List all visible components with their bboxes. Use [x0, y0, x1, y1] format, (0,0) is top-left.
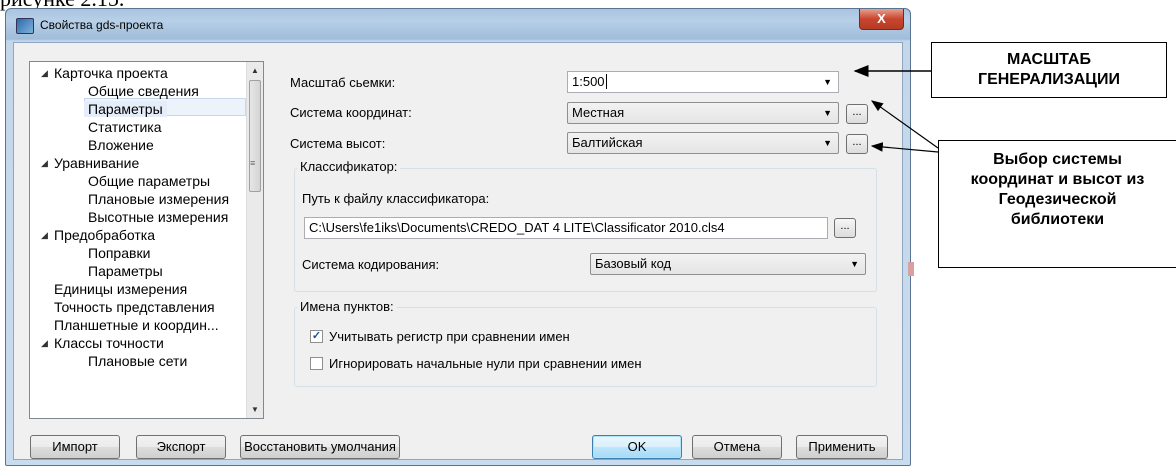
tree-item-label: Плановые сети [88, 353, 188, 369]
tree-item-label: Точность представления [54, 299, 215, 315]
import-button[interactable]: Импорт [30, 435, 120, 459]
restore-defaults-button[interactable]: Восстановить умолчания [240, 435, 400, 459]
tree-item-label: Планшетные и координ... [54, 317, 219, 333]
names-group [294, 307, 877, 387]
classifier-group-title: Классификатор: [297, 159, 401, 174]
ok-button[interactable]: OK [592, 435, 682, 459]
tree-item[interactable]: Плановые сети [88, 352, 187, 370]
scale-annotation-line1: МАСШТАБ [1007, 51, 1091, 68]
tree-item-label: Высотные измерения [88, 209, 229, 225]
case-checkbox[interactable]: ✓ [310, 330, 323, 343]
tree-item[interactable]: Общие параметры [88, 172, 210, 190]
height-label: Система высот: [290, 136, 386, 151]
zeros-checkbox-label[interactable]: Игнорировать начальные нули при сравнени… [329, 356, 642, 371]
coord-browse-button[interactable]: ... [846, 104, 868, 124]
tree-item-label: Параметры [88, 263, 163, 279]
system-annotation-line4: библиотеки [1010, 211, 1105, 228]
tree-item[interactable]: Высотные измерения [88, 208, 228, 226]
tree-item-label: Предобработка [54, 227, 156, 243]
encoding-combo[interactable]: Базовый код ▼ [590, 253, 866, 275]
chevron-down-icon: ▼ [823, 77, 832, 87]
tree-item-label: Поправки [88, 245, 151, 261]
export-button[interactable]: Экспорт [136, 435, 226, 459]
chevron-down-icon: ▼ [823, 138, 832, 148]
scroll-up-icon[interactable]: ▲ [247, 62, 263, 79]
tree-item[interactable]: ◢ Классы точности [41, 334, 164, 352]
tree-item-label: Общие сведения [88, 83, 199, 99]
tree-item[interactable]: ◢ Карточка проекта [41, 64, 168, 82]
height-value: Балтийская [572, 135, 643, 150]
tree-item-label: Общие параметры [88, 173, 211, 189]
height-combo[interactable]: Балтийская ▼ [567, 132, 839, 154]
classifier-path-label: Путь к файлу классификатора: [302, 191, 490, 206]
tree-item[interactable]: ◢ Уравнивание [41, 154, 140, 172]
system-annotation-line2: координат и высот из [970, 171, 1145, 188]
tree-scrollbar[interactable]: ▲ ≡ ▼ [246, 62, 263, 418]
scale-annotation-line2: ГЕНЕРАЛИЗАЦИИ [978, 71, 1120, 88]
system-annotation: Выбор системы координат и высот из Геоде… [938, 140, 1176, 268]
chevron-down-icon: ▼ [850, 259, 859, 269]
tree-item[interactable]: Точность представления [54, 298, 215, 316]
encoding-value: Базовый код [595, 256, 672, 271]
system-annotation-line3: Геодезической [998, 191, 1117, 208]
scroll-down-icon[interactable]: ▼ [247, 401, 263, 418]
tree-item[interactable]: Общие сведения [88, 82, 199, 100]
tree-item-label: Уравнивание [54, 155, 140, 171]
scale-annotation: МАСШТАБ ГЕНЕРАЛИЗАЦИИ [931, 42, 1167, 98]
dialog-client-area: ◢ Карточка проекта Общие сведения Параметры… [13, 42, 903, 460]
tree-item[interactable]: Планшетные и координ... [54, 316, 219, 334]
app-icon [16, 18, 34, 34]
tree-item[interactable]: Параметры [84, 100, 167, 118]
encoding-label: Система кодирования: [302, 257, 440, 272]
case-checkbox-label[interactable]: Учитывать регистр при сравнении имен [329, 329, 570, 344]
expand-arrow-icon[interactable]: ◢ [41, 334, 48, 352]
zeros-checkbox[interactable] [310, 357, 323, 370]
tree-item-label: Единицы измерения [54, 281, 188, 297]
coord-label: Система координат: [290, 105, 412, 120]
tree-item-label: Статистика [88, 119, 162, 135]
names-group-title: Имена пунктов: [297, 299, 397, 314]
scale-label: Масштаб сьемки: [290, 75, 396, 90]
window-title: Свойства gds-проекта [40, 18, 164, 32]
apply-button[interactable]: Применить [796, 435, 888, 459]
scroll-thumb[interactable] [249, 80, 261, 192]
tree-item[interactable]: Плановые измерения [88, 190, 229, 208]
tree-item[interactable]: Поправки [88, 244, 150, 262]
tree-item[interactable]: Вложение [88, 136, 154, 154]
tree-item-label: Вложение [88, 137, 154, 153]
title-bar[interactable]: Свойства gds-проекта X [6, 9, 910, 41]
settings-tree[interactable]: ◢ Карточка проекта Общие сведения Параметры… [29, 61, 264, 419]
edge-mark [908, 262, 914, 276]
tree-item[interactable]: Единицы измерения [54, 280, 187, 298]
tree-item-label: Классы точности [54, 335, 164, 351]
close-button[interactable]: X [859, 9, 904, 30]
scale-value: 1:500 [572, 74, 605, 89]
coord-combo[interactable]: Местная ▼ [567, 102, 839, 124]
properties-dialog: Свойства gds-проекта X ◢ Карточка проекта… [5, 8, 911, 466]
tree-item-label: Плановые измерения [88, 191, 230, 207]
tree-item-label: Параметры [84, 101, 167, 117]
system-annotation-line1: Выбор системы [993, 151, 1122, 168]
height-browse-button[interactable]: ... [846, 134, 868, 154]
classifier-browse-button[interactable]: ... [834, 218, 856, 238]
cancel-button[interactable]: Отмена [692, 435, 782, 459]
grip-icon: ≡ [250, 158, 256, 168]
tree-item[interactable]: Статистика [88, 118, 162, 136]
expand-arrow-icon[interactable]: ◢ [41, 64, 48, 82]
classifier-path-field[interactable]: C:\Users\fe1iks\Documents\CREDO_DAT 4 LI… [304, 217, 828, 239]
tree-item[interactable]: ◢ Предобработка [41, 226, 156, 244]
scale-combo[interactable]: 1:500 ▼ [567, 71, 839, 93]
tree-item-label: Карточка проекта [54, 65, 168, 81]
coord-value: Местная [572, 105, 625, 120]
chevron-down-icon: ▼ [823, 108, 832, 118]
tree-item[interactable]: Параметры [88, 262, 163, 280]
expand-arrow-icon[interactable]: ◢ [41, 226, 48, 244]
expand-arrow-icon[interactable]: ◢ [41, 154, 48, 172]
